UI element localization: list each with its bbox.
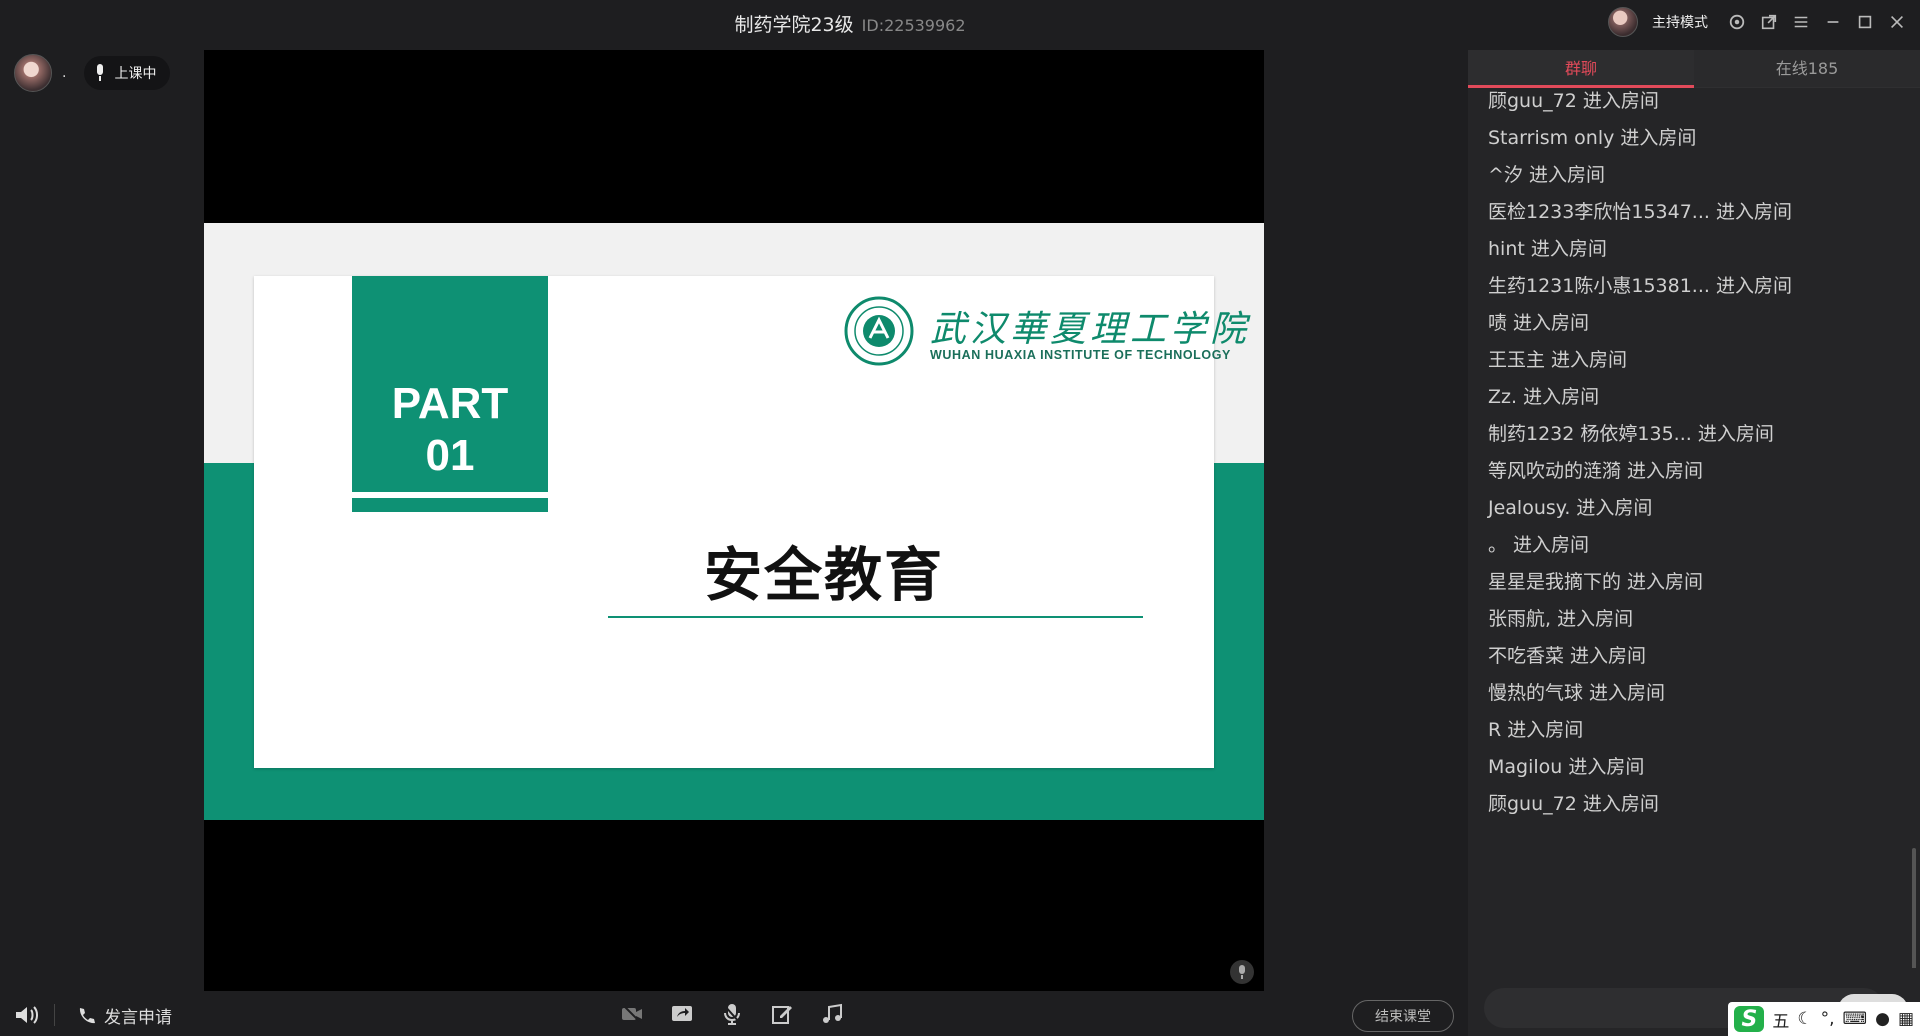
- list-item: 星星是我摘下的 进入房间: [1488, 571, 1704, 593]
- part-box: PART 01: [352, 276, 548, 512]
- title-underline: [608, 616, 1143, 618]
- tab-online[interactable]: 在线185: [1694, 50, 1920, 87]
- school-name-cn: 武汉華夏理工学院: [930, 309, 1251, 350]
- stage-mic-icon[interactable]: [1230, 960, 1254, 984]
- slide-title: 安全教育: [703, 541, 944, 609]
- grid-icon[interactable]: ▦: [1898, 1009, 1914, 1029]
- list-item: 。 进入房间: [1488, 534, 1590, 556]
- teacher-status: . 上课中: [14, 54, 171, 92]
- list-item: 王玉主 进入房间: [1488, 349, 1628, 371]
- volume-icon[interactable]: [14, 1004, 40, 1026]
- class-state-label: 上课中: [114, 66, 157, 82]
- camera-off-icon[interactable]: [620, 1002, 644, 1026]
- window-controls: 主持模式: [1608, 7, 1906, 37]
- list-item: R 进入房间: [1488, 719, 1584, 741]
- speak-request-button[interactable]: 发言申请: [76, 1003, 172, 1028]
- host-avatar[interactable]: [1608, 7, 1638, 37]
- chat-scrollbar[interactable]: [1912, 848, 1916, 968]
- list-item: 医检1233李欣怡15347... 进入房间: [1488, 201, 1792, 223]
- side-panel: 群聊 在线185 顾guu_72 进入房间 Starrism only 进入房间…: [1468, 50, 1920, 1036]
- divider: [54, 1004, 55, 1026]
- ime-toolbar: S 五 ☾ °, ⌨ ● ▦: [1728, 1002, 1920, 1036]
- school-logo: 武汉華夏理工学院 WUHAN HUAXIA INSTITUTE OF TECHN…: [844, 296, 1246, 376]
- settings-icon[interactable]: [1728, 13, 1746, 31]
- media-tools: [620, 1002, 844, 1026]
- list-item: 顾guu_72 进入房间: [1488, 90, 1659, 112]
- list-item: 制药1232 杨依婷135... 进入房间: [1488, 423, 1774, 445]
- panel-tabs: 群聊 在线185: [1468, 50, 1920, 88]
- screen-share-icon[interactable]: [670, 1002, 694, 1026]
- user-icon[interactable]: ●: [1875, 1009, 1890, 1029]
- teacher-name: .: [62, 65, 67, 81]
- window-title: 制药学院23级 ID:22539962: [0, 10, 1700, 37]
- mic-icon: [97, 64, 104, 81]
- list-item: hint 进入房间: [1488, 238, 1607, 260]
- moon-icon[interactable]: ☾: [1797, 1009, 1812, 1029]
- teacher-avatar[interactable]: [14, 54, 52, 92]
- part-number: 01: [425, 431, 475, 480]
- school-name-en: WUHAN HUAXIA INSTITUTE OF TECHNOLOGY: [930, 348, 1231, 362]
- class-name: 制药学院23级: [734, 14, 854, 36]
- ime-mode[interactable]: 五: [1772, 1007, 1789, 1032]
- list-item: 生药1231陈小惠15381... 进入房间: [1488, 275, 1792, 297]
- list-item: Magilou 进入房间: [1488, 756, 1645, 778]
- list-item: 张雨航, 进入房间: [1488, 608, 1634, 630]
- list-item: Jealousy. 进入房间: [1488, 497, 1653, 519]
- music-icon[interactable]: [820, 1002, 844, 1026]
- bottom-toolbar: 发言申请 结束课堂: [0, 994, 1468, 1036]
- minimize-icon[interactable]: [1824, 13, 1842, 31]
- list-item: 慢热的气球 进入房间: [1488, 682, 1666, 704]
- ime-logo-icon[interactable]: S: [1734, 1006, 1765, 1032]
- list-item: Starrism only 进入房间: [1488, 127, 1697, 149]
- room-id: ID:22539962: [861, 16, 966, 35]
- popout-icon[interactable]: [1760, 13, 1778, 31]
- microphone-off-icon[interactable]: [720, 1002, 744, 1026]
- keyboard-icon[interactable]: ⌨: [1843, 1009, 1868, 1029]
- maximize-icon[interactable]: [1856, 13, 1874, 31]
- school-seal-icon: [844, 296, 914, 366]
- edit-icon[interactable]: [770, 1002, 794, 1026]
- menu-icon[interactable]: [1792, 13, 1810, 31]
- list-item: ^汐 进入房间: [1488, 164, 1605, 186]
- punctuation-icon[interactable]: °,: [1821, 1009, 1835, 1029]
- slide: PART 01 武汉華夏理工学院 WUHAN HUAXIA INSTITUTE …: [204, 223, 1264, 820]
- host-mode-label[interactable]: 主持模式: [1652, 12, 1708, 32]
- list-item: 等风吹动的涟漪 进入房间: [1488, 460, 1704, 482]
- title-bar: 制药学院23级 ID:22539962 主持模式: [0, 0, 1920, 44]
- tab-group-chat[interactable]: 群聊: [1468, 50, 1694, 88]
- speak-request-label: 发言申请: [104, 1008, 172, 1028]
- end-class-button[interactable]: 结束课堂: [1352, 1000, 1454, 1032]
- phone-icon: [79, 1007, 95, 1023]
- part-word: PART: [391, 379, 509, 428]
- chat-message-list[interactable]: 顾guu_72 进入房间 Starrism only 进入房间 ^汐 进入房间 …: [1468, 88, 1920, 968]
- presentation-stage: PART 01 武汉華夏理工学院 WUHAN HUAXIA INSTITUTE …: [204, 50, 1264, 991]
- list-item: 不吃香菜 进入房间: [1488, 645, 1647, 667]
- close-icon[interactable]: [1888, 13, 1906, 31]
- list-item: 顾guu_72 进入房间: [1488, 793, 1659, 815]
- list-item: 啧 进入房间: [1488, 312, 1590, 334]
- list-item: Zz. 进入房间: [1488, 386, 1600, 408]
- class-state-badge: 上课中: [84, 56, 171, 90]
